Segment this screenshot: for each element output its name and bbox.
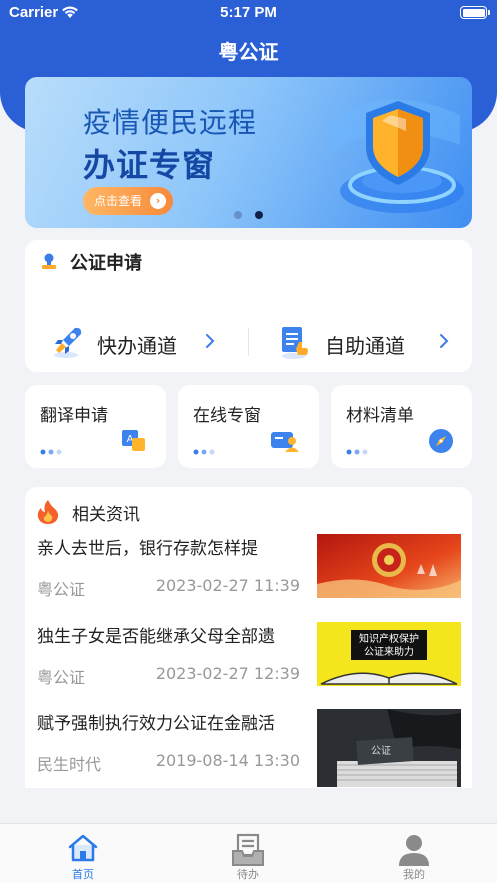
document-hand-icon [282, 327, 308, 359]
translate-apply-label: 翻译申请 [40, 406, 108, 426]
news-thumbnail [317, 534, 461, 598]
news-title: 独生子女是否能继承父母全部遗 [37, 627, 275, 647]
banner-view-label: 点击查看 [94, 194, 143, 208]
news-title: 赋予强制执行效力公证在金融活 [37, 714, 275, 734]
news-time: 2023-02-27 12:39 [155, 664, 300, 683]
user-icon [399, 835, 429, 866]
translate-apply-button[interactable]: 翻译申请 A [25, 385, 166, 468]
stamp-icon [42, 253, 56, 269]
online-window-button[interactable]: 在线专窗 [178, 385, 319, 468]
status-bar: Carrier 5:17 PM [0, 0, 497, 26]
news-card: 相关资讯 亲人去世后，银行存款怎样提 粤公证 2023-02-27 11:39 … [25, 487, 472, 788]
battery-icon [460, 6, 490, 19]
dots-indicator [40, 449, 62, 455]
news-source: 民生时代 [37, 755, 102, 774]
apply-title: 公证申请 [70, 253, 142, 274]
banner-headline: 疫情便民远程 [83, 106, 258, 139]
thumb-caption: 公证来助力 [364, 645, 414, 658]
news-item[interactable]: 亲人去世后，银行存款怎样提 粤公证 2023-02-27 11:39 [25, 534, 472, 624]
tab-home-label: 首页 [72, 868, 94, 881]
thumb-caption: 公证 [371, 745, 391, 757]
home-icon [68, 834, 98, 862]
news-time: 2019-08-14 13:30 [155, 751, 300, 770]
rocket-icon [54, 327, 82, 358]
arrow-right-icon: › [150, 193, 166, 209]
channel-divider [248, 328, 249, 356]
self-service-channel-button[interactable]: 自助通道 [277, 324, 467, 360]
chevron-right-icon [440, 334, 449, 348]
dots-indicator [193, 449, 215, 455]
video-chat-icon [271, 432, 299, 452]
carousel-dot[interactable] [234, 211, 242, 219]
banner-subheadline: 办证专窗 [83, 146, 216, 184]
thumb-caption: 知识产权保护 [359, 632, 419, 645]
inbox-icon [232, 833, 264, 866]
fire-icon [37, 500, 59, 524]
news-item[interactable]: 独生子女是否能继承父母全部遗 粤公证 2023-02-27 12:39 知识产权… [25, 622, 472, 712]
fast-channel-button[interactable]: 快办通道 [49, 324, 249, 360]
dots-indicator [346, 449, 368, 455]
shield-icon [330, 99, 464, 213]
news-time: 2023-02-27 11:39 [155, 576, 300, 595]
page-title: 粤公证 [218, 40, 279, 64]
chevron-right-icon [206, 334, 215, 348]
tab-todo-label: 待办 [237, 868, 259, 881]
carousel-dot-active[interactable] [255, 211, 263, 219]
compass-icon [429, 429, 453, 453]
materials-list-label: 材料清单 [346, 406, 414, 426]
status-time: 5:17 PM [220, 4, 277, 21]
materials-list-button[interactable]: 材料清单 [331, 385, 472, 468]
self-service-channel-label: 自助通道 [325, 334, 405, 358]
promo-banner[interactable]: 疫情便民远程 办证专窗 点击查看 › [25, 77, 472, 228]
tab-home[interactable]: 首页 [33, 824, 133, 883]
news-source: 粤公证 [37, 668, 86, 687]
tab-mine-label: 我的 [403, 868, 425, 881]
news-source: 粤公证 [37, 580, 86, 599]
news-thumbnail: 知识产权保护 公证来助力 [317, 622, 461, 686]
tab-mine[interactable]: 我的 [364, 824, 464, 883]
online-window-label: 在线专窗 [193, 406, 261, 426]
news-thumbnail: 公证 [317, 709, 461, 787]
news-title: 亲人去世后，银行存款怎样提 [37, 539, 258, 559]
news-item[interactable]: 赋予强制执行效力公证在金融活 民生时代 2019-08-14 13:30 公证 [25, 709, 472, 788]
notary-apply-card: 公证申请 快办通道 自助通道 [25, 240, 472, 372]
tab-todo[interactable]: 待办 [198, 824, 298, 883]
tab-bar: 首页 待办 我的 [0, 823, 497, 883]
banner-view-button[interactable]: 点击查看 › [83, 187, 173, 215]
news-section-title: 相关资讯 [72, 505, 140, 525]
translate-icon: A [122, 430, 145, 451]
fast-channel-label: 快办通道 [97, 334, 177, 358]
